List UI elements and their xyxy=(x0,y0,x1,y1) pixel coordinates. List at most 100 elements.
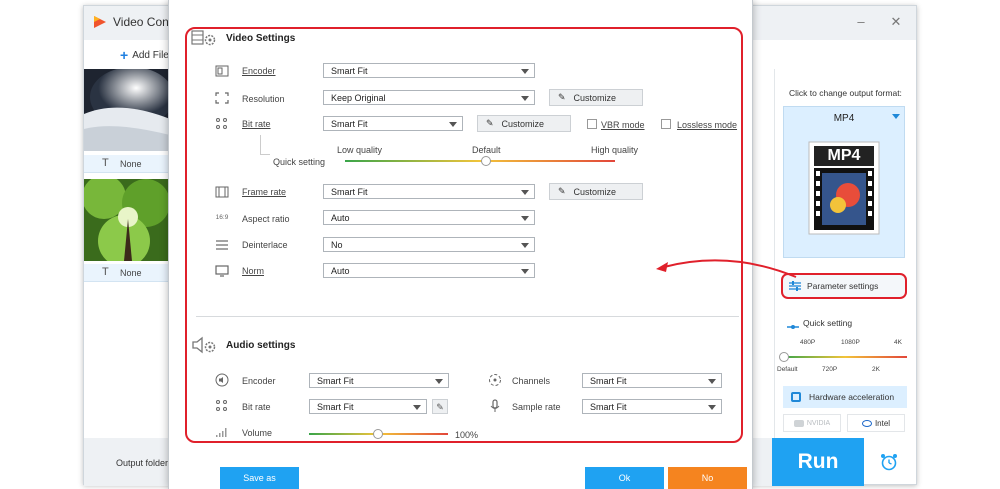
framerate-label[interactable]: Frame rate xyxy=(242,187,286,197)
sample-rate-select[interactable]: Smart Fit xyxy=(582,399,722,414)
bitrate-label[interactable]: Bit rate xyxy=(242,119,271,129)
subtitle-icon: T xyxy=(102,157,109,169)
framerate-customize-button[interactable]: ✎ Customize xyxy=(549,183,643,200)
chevron-down-icon xyxy=(708,405,716,410)
quality-label-bottom: 720P xyxy=(822,366,838,373)
quality-slider-track[interactable] xyxy=(783,356,907,358)
vbr-mode-checkbox[interactable] xyxy=(587,119,597,129)
hardware-acceleration-label: Hardware acceleration xyxy=(809,392,895,402)
chip-icon xyxy=(791,392,801,402)
lossless-mode-label[interactable]: Lossless mode xyxy=(677,120,737,130)
sample-rate-value: Smart Fit xyxy=(590,402,627,412)
format-selector[interactable]: MP4 MP4 xyxy=(783,106,905,258)
norm-select[interactable]: Auto xyxy=(323,263,535,278)
default-quality-label: Default xyxy=(472,145,501,155)
app-title: Video Conv xyxy=(113,15,175,29)
film-icon xyxy=(214,185,230,198)
volume-value: 100% xyxy=(455,430,479,440)
resolution-label: Resolution xyxy=(242,94,285,104)
ok-button[interactable]: Ok xyxy=(585,467,664,489)
quick-setting-connector xyxy=(260,135,261,155)
plus-icon: + xyxy=(120,47,129,63)
deinterlace-value: No xyxy=(331,240,343,250)
aspect-ratio-icon: 16:9 xyxy=(215,214,229,221)
chevron-down-icon xyxy=(521,243,529,248)
nvidia-logo-icon xyxy=(793,419,804,427)
audio-encoder-select[interactable]: Smart Fit xyxy=(309,373,449,388)
aspect-ratio-select[interactable]: Auto xyxy=(323,210,535,225)
section-divider xyxy=(196,316,739,317)
output-format-panel: Click to change output format: MP4 MP4 P… xyxy=(774,69,916,439)
audio-bitrate-select[interactable]: Smart Fit xyxy=(309,399,427,414)
mp4-icon-text: MP4 xyxy=(827,147,861,164)
parameter-settings-label: Parameter settings xyxy=(807,281,879,291)
output-folder-label: Output folder: xyxy=(116,458,171,468)
quality-slider-thumb[interactable] xyxy=(481,156,491,166)
norm-label[interactable]: Norm xyxy=(242,266,264,276)
resolution-icon xyxy=(214,91,230,104)
speaker-icon xyxy=(214,373,230,386)
add-files-label: Add File xyxy=(132,49,169,61)
chevron-down-icon xyxy=(521,216,529,221)
bitrate-select[interactable]: Smart Fit xyxy=(323,116,463,131)
video-settings-icon xyxy=(191,29,217,47)
quality-label-bottom: Default xyxy=(777,366,798,373)
video-settings-title: Video Settings xyxy=(226,33,296,44)
customize-label: Customize xyxy=(501,118,545,129)
encoder-select[interactable]: Smart Fit xyxy=(323,63,535,78)
chevron-down-icon xyxy=(413,405,421,410)
subtitle-value: None xyxy=(120,268,142,278)
volume-label: Volume xyxy=(242,428,273,438)
quality-label-top: 4K xyxy=(894,339,902,346)
aspect-ratio-value: Auto xyxy=(331,213,350,223)
channels-value: Smart Fit xyxy=(590,376,627,386)
quality-slider-thumb[interactable] xyxy=(779,352,789,362)
bitrate-icon xyxy=(214,117,230,130)
video-thumbnail[interactable] xyxy=(84,179,170,261)
encoder-label[interactable]: Encoder xyxy=(242,66,276,76)
mp4-format-icon: MP4 xyxy=(808,141,880,235)
framerate-select[interactable]: Smart Fit xyxy=(323,184,535,199)
bitrate-customize-button[interactable]: ✎ Customize xyxy=(477,115,571,132)
list-item[interactable]: T None xyxy=(84,264,170,282)
aspect-ratio-label: Aspect ratio xyxy=(242,214,290,224)
volume-slider-thumb[interactable] xyxy=(373,429,383,439)
pencil-icon[interactable]: ✎ xyxy=(432,399,448,414)
monitor-icon xyxy=(214,264,230,277)
resolution-customize-button[interactable]: ✎ Customize xyxy=(549,89,643,106)
minimize-icon[interactable]: – xyxy=(854,14,868,29)
chevron-down-icon xyxy=(892,114,900,119)
resolution-select[interactable]: Keep Original xyxy=(323,90,535,105)
chevron-down-icon xyxy=(521,190,529,195)
resolution-value: Keep Original xyxy=(331,93,386,103)
list-item[interactable]: T None xyxy=(84,155,170,173)
save-as-button[interactable]: Save as xyxy=(220,467,299,489)
add-files-button[interactable]: + Add File xyxy=(120,47,169,63)
nvidia-option[interactable]: NVIDIA xyxy=(783,414,841,432)
customize-label: Customize xyxy=(573,92,617,103)
video-thumbnail[interactable] xyxy=(84,69,170,151)
hardware-acceleration-button[interactable]: Hardware acceleration xyxy=(783,386,907,408)
channels-icon xyxy=(487,373,503,386)
deinterlace-select[interactable]: No xyxy=(323,237,535,252)
vbr-mode-label[interactable]: VBR mode xyxy=(601,120,645,130)
customize-label: Customize xyxy=(573,186,617,197)
channels-select[interactable]: Smart Fit xyxy=(582,373,722,388)
intel-option[interactable]: Intel xyxy=(847,414,905,432)
quality-label-top: 480P xyxy=(800,339,816,346)
alarm-clock-icon[interactable] xyxy=(879,452,899,472)
quick-setting-icon xyxy=(787,321,799,329)
app-logo-icon xyxy=(93,15,107,29)
bitrate-value: Smart Fit xyxy=(331,119,368,129)
lossless-mode-checkbox[interactable] xyxy=(661,119,671,129)
intel-label: Intel xyxy=(874,418,891,428)
deinterlace-icon xyxy=(214,238,230,251)
no-button[interactable]: No xyxy=(668,467,747,489)
chevron-down-icon xyxy=(521,269,529,274)
quality-slider-track[interactable] xyxy=(345,160,615,162)
intel-logo-icon xyxy=(861,419,872,427)
close-icon[interactable]: ✕ xyxy=(889,14,903,30)
audio-bitrate-value: Smart Fit xyxy=(317,402,354,412)
audio-settings-title: Audio settings xyxy=(226,340,296,351)
run-button[interactable]: Run xyxy=(772,438,864,486)
